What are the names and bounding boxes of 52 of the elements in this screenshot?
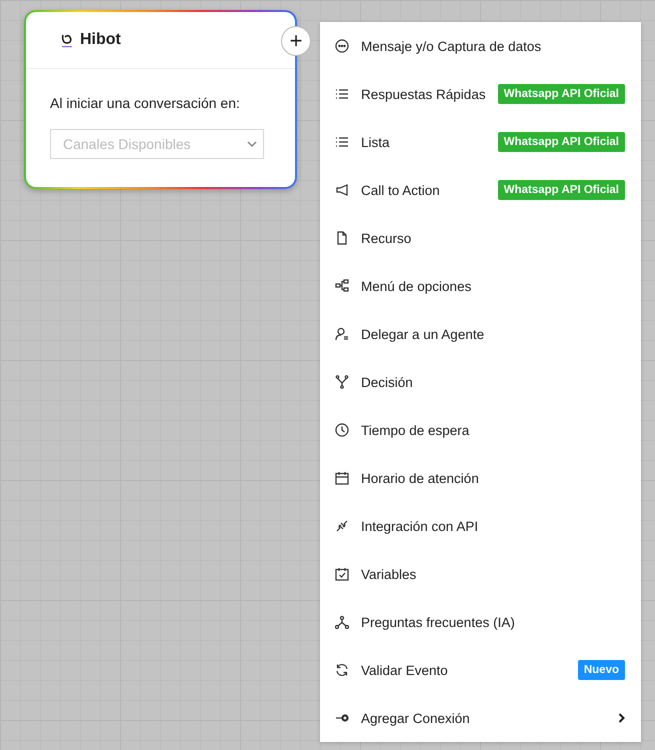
menu-item-label: Validar Evento <box>361 662 448 678</box>
menu-item[interactable]: Validar Evento Nuevo <box>320 646 641 694</box>
refresh-icon <box>335 663 349 677</box>
hierarchy-icon <box>335 279 349 293</box>
menu-item-label: Lista <box>361 134 390 150</box>
menu-item-label: Recurso <box>361 230 412 246</box>
menu-item[interactable]: Recurso <box>320 214 641 262</box>
list-icon <box>335 87 349 101</box>
menu-item-label: Mensaje y/o Captura de datos <box>361 38 542 54</box>
menu-item-label: Delegar a un Agente <box>361 326 484 342</box>
menu-item[interactable]: Integración con API <box>320 502 641 550</box>
menu-item[interactable]: Preguntas frecuentes (IA) <box>320 598 641 646</box>
clock-icon <box>335 423 349 437</box>
node-title: Hibot <box>80 31 121 49</box>
list-icon <box>335 135 349 149</box>
tag-label: Nuevo <box>578 660 625 680</box>
menu-item[interactable]: Lista Whatsapp API Oficial <box>320 118 641 166</box>
menu-item-label: Decisión <box>361 374 413 390</box>
chevron-down-icon <box>247 140 257 148</box>
megaphone-icon <box>335 183 349 197</box>
menu-item[interactable]: Menú de opciones <box>320 262 641 310</box>
menu-item-label: Tiempo de espera <box>361 422 470 438</box>
tag-label: Whatsapp API Oficial <box>498 180 625 200</box>
person-icon <box>335 327 349 341</box>
add-button[interactable]: + <box>281 26 311 56</box>
menu-item-label: Variables <box>361 566 416 582</box>
network-icon <box>335 615 349 629</box>
checklist-icon <box>335 567 349 581</box>
menu-item-label: Integración con API <box>361 518 478 534</box>
menu-item-label: Menú de opciones <box>361 278 472 294</box>
logo-icon <box>60 32 74 48</box>
menu-item[interactable]: Respuestas Rápidas Whatsapp API Oficial <box>320 70 641 118</box>
menu-item[interactable]: Tiempo de espera <box>320 406 641 454</box>
chat-bubble-icon <box>335 39 349 53</box>
menu-item[interactable]: Variables <box>320 550 641 598</box>
menu-item-label: Respuestas Rápidas <box>361 86 486 102</box>
menu-item[interactable]: Delegar a un Agente <box>320 310 641 358</box>
menu-item[interactable]: Decisión <box>320 358 641 406</box>
menu-item[interactable]: Agregar Conexión <box>320 694 641 742</box>
menu-item[interactable]: Mensaje y/o Captura de datos <box>320 22 641 70</box>
menu-item-label: Agregar Conexión <box>361 710 470 726</box>
tag-label: Whatsapp API Oficial <box>498 84 625 104</box>
prompt-label: Al iniciar una conversación en: <box>50 95 241 111</box>
menu-item[interactable]: Horario de atención <box>320 454 641 502</box>
menu-item-label: Call to Action <box>361 182 440 198</box>
calendar-icon <box>335 471 349 485</box>
menu-item[interactable]: Call to Action Whatsapp API Oficial <box>320 166 641 214</box>
menu-item-label: Horario de atención <box>361 470 479 486</box>
menu-item-label: Preguntas frecuentes (IA) <box>361 614 515 630</box>
document-icon <box>335 231 349 245</box>
fork-icon <box>335 375 349 389</box>
tag-label: Whatsapp API Oficial <box>498 132 625 152</box>
